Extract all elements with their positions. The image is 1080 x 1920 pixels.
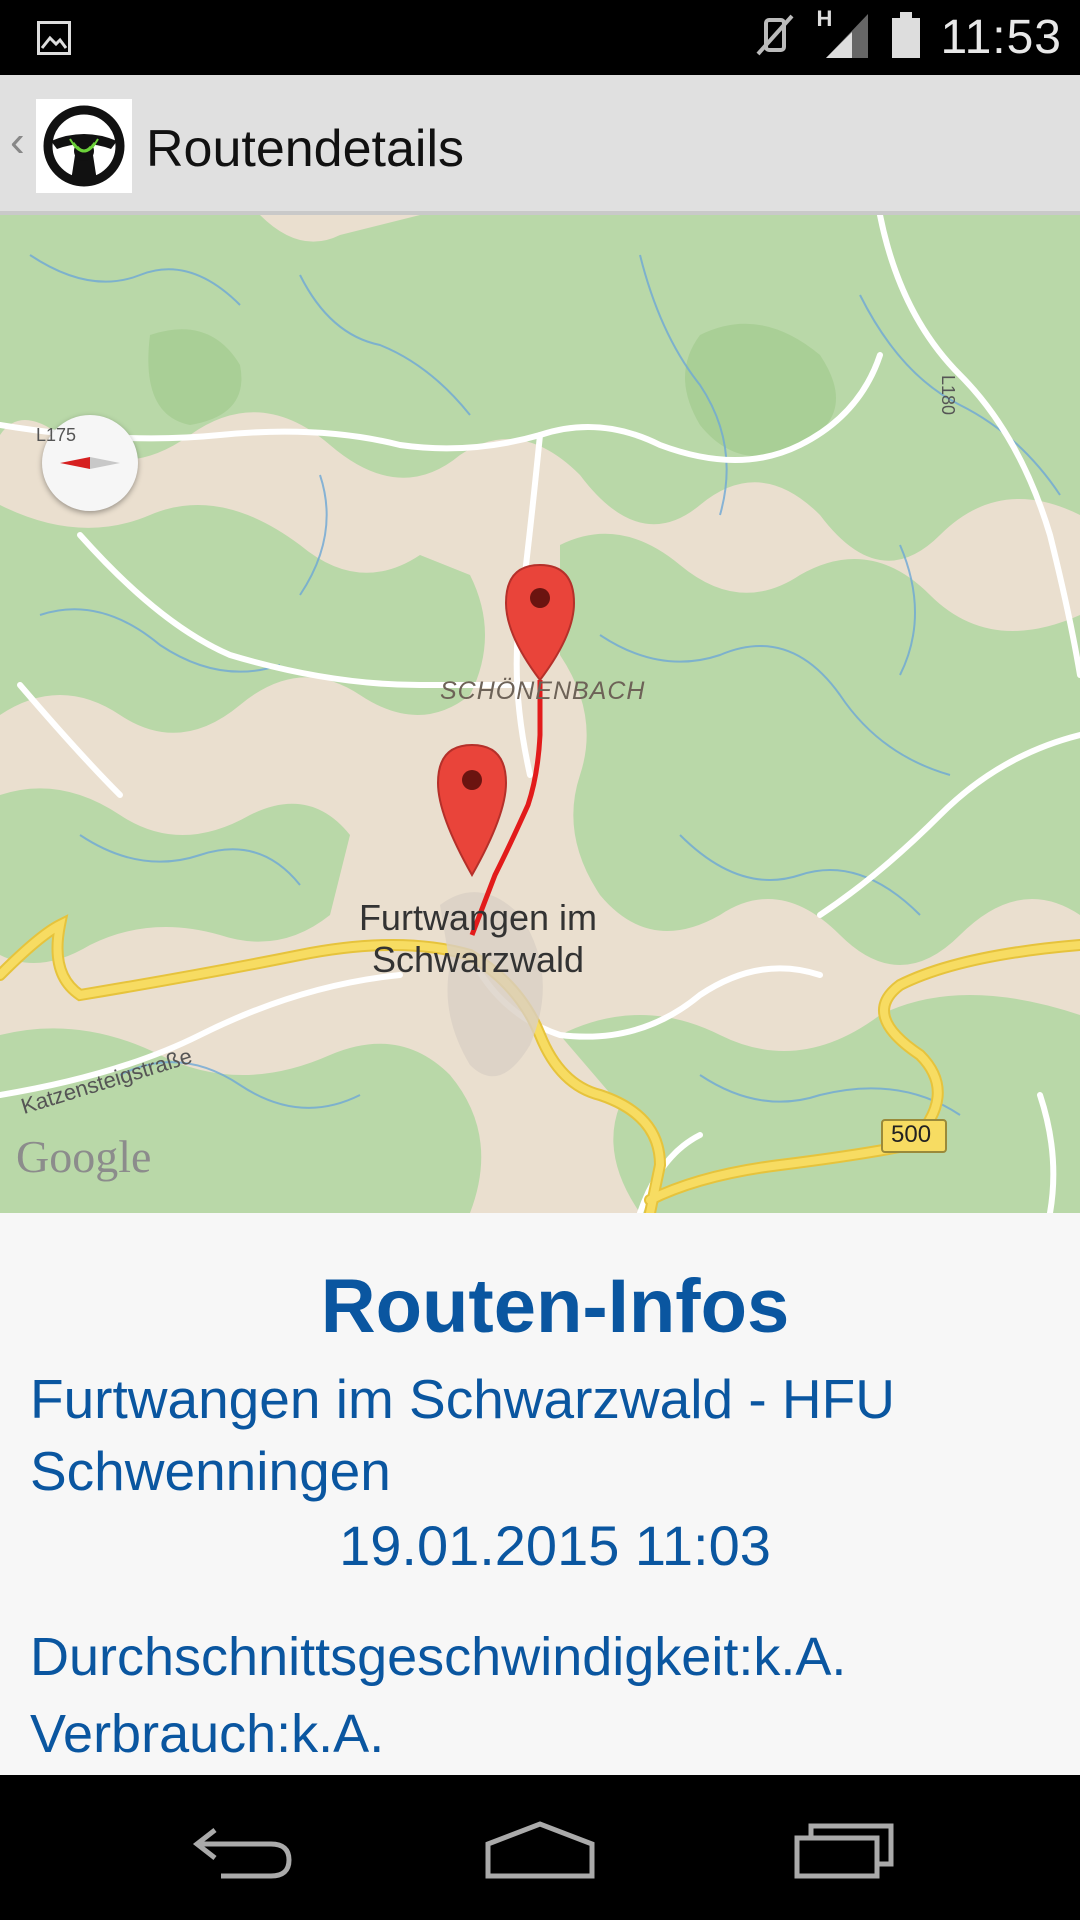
battery-icon bbox=[890, 10, 922, 65]
route-name: Furtwangen im Schwarzwald - HFU Schwenni… bbox=[30, 1368, 895, 1502]
back-icon bbox=[192, 1828, 292, 1879]
signal-icon: H bbox=[816, 6, 872, 65]
steering-wheel-icon[interactable] bbox=[36, 99, 132, 193]
back-button[interactable] bbox=[160, 1800, 320, 1900]
google-attribution-logo: Google bbox=[16, 1131, 152, 1182]
map-label-road-l180: L180 bbox=[938, 375, 958, 416]
navigation-bar bbox=[0, 1775, 1080, 1920]
map-label-town: Furtwangen im Schwarzwald bbox=[338, 897, 618, 981]
consumption: Verbrauch:k.A. bbox=[30, 1704, 385, 1764]
map-label-village: SCHÖNENBACH bbox=[440, 677, 646, 705]
route-datetime: 19.01.2015 11:03 bbox=[339, 1514, 771, 1577]
map-label-town-line2: Schwarzwald bbox=[371, 939, 585, 980]
map-label-road-l175: L175 bbox=[36, 425, 77, 445]
status-clock: 11:53 bbox=[940, 11, 1062, 64]
network-type-label: H bbox=[816, 6, 833, 31]
up-caret-icon[interactable]: ‹ bbox=[10, 117, 25, 167]
image-notification-icon bbox=[37, 21, 71, 55]
map-label-town-line1: Furtwangen im bbox=[358, 897, 598, 938]
route-info-panel: Routen-Infos Furtwangen im Schwarzwald -… bbox=[0, 1213, 1080, 1775]
vibrate-icon bbox=[752, 12, 798, 63]
map-label-road-500: 500 bbox=[891, 1121, 932, 1148]
recent-apps-button[interactable] bbox=[764, 1800, 924, 1900]
route-info-heading: Routen-Infos bbox=[320, 1264, 790, 1349]
route-map[interactable]: L175 L180 SCHÖNENBACH Furtwangen im Schw… bbox=[0, 215, 1080, 1213]
action-bar: ‹ Routendetails bbox=[0, 75, 1080, 215]
home-button[interactable] bbox=[460, 1800, 620, 1900]
page-title: Routendetails bbox=[146, 120, 464, 178]
home-icon bbox=[485, 1821, 595, 1879]
recent-apps-icon bbox=[794, 1823, 894, 1879]
status-bar: H 11:53 bbox=[0, 0, 1080, 75]
average-speed: Durchschnittsgeschwindigkeit:k.A. bbox=[30, 1627, 847, 1687]
